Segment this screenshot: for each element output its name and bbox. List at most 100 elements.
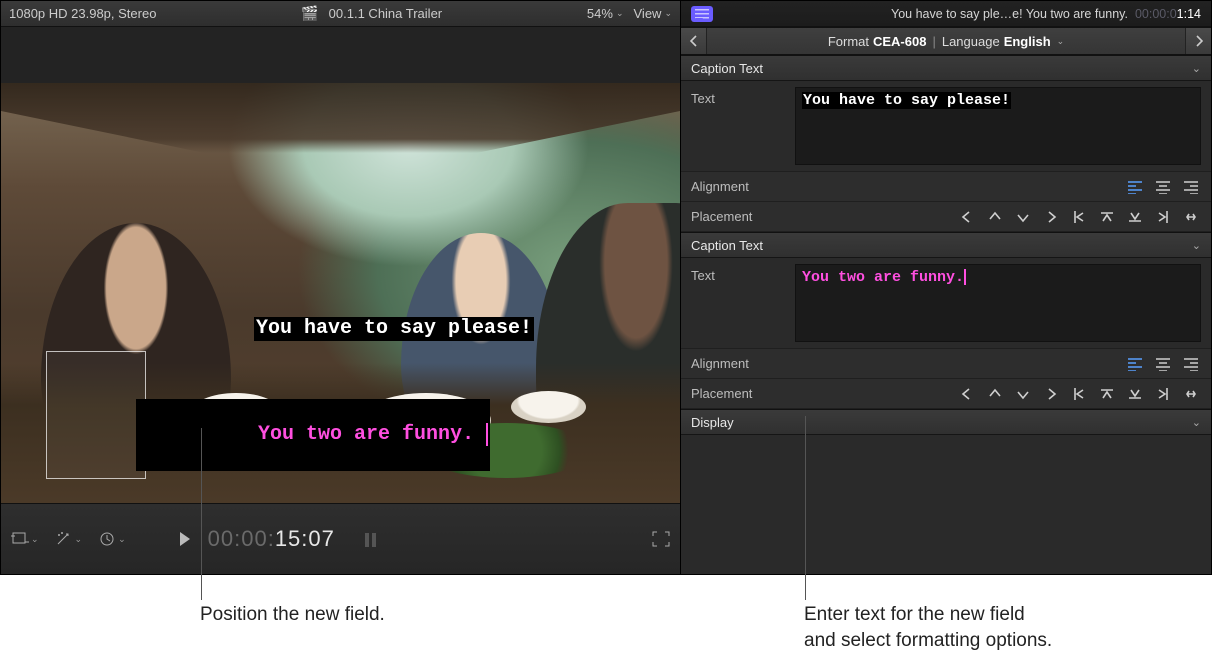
alignment-row-1: Alignment xyxy=(681,172,1211,202)
callout-text-right: Enter text for the new field and select … xyxy=(804,602,1052,653)
inspector-summary: You have to say ple…e! You two are funny… xyxy=(891,7,1128,21)
snap-right-button[interactable] xyxy=(1153,385,1173,403)
viewer-canvas[interactable]: You have to say please! You two are funn… xyxy=(1,83,680,503)
snap-right-button[interactable] xyxy=(1153,208,1173,226)
section-title: Caption Text xyxy=(691,61,763,76)
snap-center-button[interactable] xyxy=(1181,385,1201,403)
nudge-up-button[interactable] xyxy=(985,208,1005,226)
snap-bottom-button[interactable] xyxy=(1125,385,1145,403)
nudge-down-button[interactable] xyxy=(1013,385,1033,403)
nudge-right-button[interactable] xyxy=(1041,208,1061,226)
nudge-up-button[interactable] xyxy=(985,385,1005,403)
caption-text-input-2[interactable]: You two are funny. xyxy=(795,264,1201,342)
inspector-header: You have to say ple…e! You two are funny… xyxy=(681,1,1211,27)
text-label: Text xyxy=(691,264,795,283)
section-header-caption-2[interactable]: Caption Text ⌄ xyxy=(681,232,1211,258)
effects-tool-dropdown[interactable]: ⌄ xyxy=(55,531,83,547)
view-dropdown[interactable]: View ⌄ xyxy=(634,6,673,21)
retime-tool-dropdown[interactable]: ⌄ xyxy=(98,531,126,547)
nudge-down-button[interactable] xyxy=(1013,208,1033,226)
section-header-caption-1[interactable]: Caption Text ⌄ xyxy=(681,55,1211,81)
callout-line-right xyxy=(805,416,806,600)
align-left-button[interactable] xyxy=(1125,178,1145,196)
placement-row-1: Placement xyxy=(681,202,1211,232)
section-header-display[interactable]: Display ⌄ xyxy=(681,409,1211,435)
placement-label: Placement xyxy=(691,386,795,401)
chevron-down-icon: ⌄ xyxy=(616,8,624,19)
video-background xyxy=(511,391,586,423)
snap-top-button[interactable] xyxy=(1097,385,1117,403)
timecode-bright: 15:07 xyxy=(275,526,335,551)
caption-overlay-2-text: You two are funny. xyxy=(258,423,474,446)
caption-bounding-box[interactable] xyxy=(46,351,146,479)
clip-format-info: 1080p HD 23.98p, Stereo xyxy=(9,6,156,21)
callout-line-left xyxy=(201,428,202,600)
chevron-down-icon[interactable]: ⌄ xyxy=(1192,62,1201,75)
align-center-button[interactable] xyxy=(1153,355,1173,373)
caption-overlay-1[interactable]: You have to say please! xyxy=(254,317,534,341)
nudge-right-button[interactable] xyxy=(1041,385,1061,403)
prev-caption-button[interactable] xyxy=(681,28,707,54)
clapperboard-icon: 🎬 xyxy=(301,5,318,22)
play-button[interactable] xyxy=(178,531,192,547)
audio-meter[interactable] xyxy=(363,529,389,549)
chevron-down-icon: ⌄ xyxy=(31,534,39,545)
timecode-display[interactable]: 00:00:15:07 xyxy=(208,526,335,552)
app-window: 1080p HD 23.98p, Stereo 🎬 00.1.1 China T… xyxy=(0,0,1212,575)
format-label: Format xyxy=(828,34,869,49)
chevron-down-icon: ⌄ xyxy=(664,8,672,19)
snap-top-button[interactable] xyxy=(1097,208,1117,226)
caption-format-dropdown[interactable]: Format CEA-608 | Language English ⌄ xyxy=(707,28,1185,54)
video-frame: You have to say please! You two are funn… xyxy=(1,83,680,503)
clip-name: 00.1.1 China Trailer xyxy=(329,6,442,21)
format-value: CEA-608 xyxy=(873,34,926,49)
snap-left-button[interactable] xyxy=(1069,385,1089,403)
caption-text-value: You two are funny. xyxy=(802,269,964,286)
view-label: View xyxy=(634,6,662,21)
placement-label: Placement xyxy=(691,209,795,224)
text-cursor xyxy=(474,423,488,446)
next-caption-button[interactable] xyxy=(1185,28,1211,54)
chevron-down-icon[interactable]: ⌄ xyxy=(1192,416,1201,429)
text-cursor xyxy=(964,269,966,285)
section-title: Caption Text xyxy=(691,238,763,253)
language-label: Language xyxy=(942,34,1000,49)
zoom-dropdown[interactable]: 54% ⌄ xyxy=(587,6,624,21)
language-value: English xyxy=(1004,34,1051,49)
timecode-dim: 00:00: xyxy=(208,526,275,551)
chevron-down-icon[interactable]: ⌄ xyxy=(1192,239,1201,252)
inspector-tc-dim: 00:00:0 xyxy=(1135,7,1177,21)
text-row-1: Text You have to say please! xyxy=(681,81,1211,172)
caption-icon[interactable] xyxy=(691,6,713,22)
caption-text-input-1[interactable]: You have to say please! xyxy=(795,87,1201,165)
text-row-2: Text You two are funny. xyxy=(681,258,1211,349)
placement-row-2: Placement xyxy=(681,379,1211,409)
align-left-button[interactable] xyxy=(1125,355,1145,373)
section-title: Display xyxy=(691,415,734,430)
caption-overlay-2[interactable]: You two are funny. xyxy=(136,399,490,471)
crop-tool-dropdown[interactable]: ⌄ xyxy=(11,531,39,547)
separator: | xyxy=(932,34,935,49)
align-right-button[interactable] xyxy=(1181,178,1201,196)
snap-left-button[interactable] xyxy=(1069,208,1089,226)
nudge-left-button[interactable] xyxy=(957,208,977,226)
callout-text-left: Position the new field. xyxy=(200,602,385,628)
align-right-button[interactable] xyxy=(1181,355,1201,373)
alignment-label: Alignment xyxy=(691,179,795,194)
align-center-button[interactable] xyxy=(1153,178,1173,196)
snap-bottom-button[interactable] xyxy=(1125,208,1145,226)
zoom-value: 54% xyxy=(587,6,613,21)
snap-center-button[interactable] xyxy=(1181,208,1201,226)
alignment-row-2: Alignment xyxy=(681,349,1211,379)
nudge-left-button[interactable] xyxy=(957,385,977,403)
chevron-down-icon: ⌄ xyxy=(118,534,126,545)
caption-format-bar: Format CEA-608 | Language English ⌄ xyxy=(681,27,1211,55)
inspector-pane: You have to say ple…e! You two are funny… xyxy=(681,1,1211,574)
inspector-tc-bright: 1:14 xyxy=(1177,7,1201,21)
viewer-spacer xyxy=(1,27,680,83)
viewer-toolbar: ⌄ ⌄ ⌄ 00:00:15:07 xyxy=(1,503,680,574)
alignment-label: Alignment xyxy=(691,356,795,371)
viewer-header: 1080p HD 23.98p, Stereo 🎬 00.1.1 China T… xyxy=(1,1,680,27)
fullscreen-button[interactable] xyxy=(652,531,670,547)
inspector-title: You have to say ple…e! You two are funny… xyxy=(723,7,1201,21)
